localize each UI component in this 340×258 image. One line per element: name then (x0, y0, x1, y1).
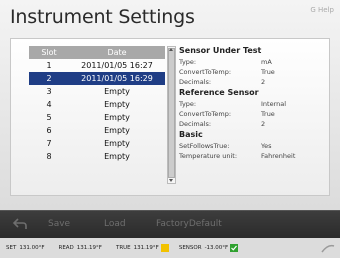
read-label: READ (58, 245, 74, 251)
detail-value: 2 (261, 78, 266, 86)
detail-value: True (261, 110, 275, 118)
page-title: Instrument Settings (10, 6, 195, 28)
slot-details: Sensor Under Test Type: mA ConvertToTemp:… (179, 45, 324, 161)
screen: Instrument Settings G Help Slot Date 1 2… (0, 0, 340, 258)
detail-row: SetFollowsTrue: Yes (179, 141, 324, 151)
slot-column-header: Slot (41, 48, 57, 57)
load-button[interactable]: Load (104, 219, 126, 229)
detail-value: Internal (261, 100, 287, 108)
scroll-up-arrow-icon[interactable] (169, 48, 173, 51)
detail-row: Decimals: 2 (179, 77, 324, 87)
detail-row: Type: mA (179, 57, 324, 67)
detail-key: ConvertToTemp: (179, 68, 232, 76)
table-row[interactable]: 7 Empty (29, 137, 165, 150)
slot-list-scrollbar[interactable] (167, 46, 176, 184)
slot-number: 7 (46, 139, 52, 148)
table-row[interactable]: 4 Empty (29, 98, 165, 111)
slot-number: 5 (46, 113, 52, 122)
slot-date: Empty (104, 113, 130, 122)
scrollbar-thumb[interactable] (168, 48, 175, 178)
settings-panel: Instrument Settings G Help Slot Date 1 2… (0, 0, 340, 210)
sensor-value: -13.00°F (204, 245, 229, 251)
detail-value: Yes (261, 142, 272, 150)
slot-date: Empty (104, 87, 130, 96)
slot-date: Empty (104, 100, 130, 109)
detail-key: Decimals: (179, 78, 212, 86)
detail-value: mA (261, 58, 272, 66)
detail-value: 2 (261, 120, 266, 128)
sensor-label: SENSOR (178, 245, 202, 251)
status-bar: SET 131.00°F READ 131.19°F TRUE 131.19°F… (0, 238, 340, 258)
reference-sensor-heading: Reference Sensor (179, 88, 259, 97)
help-label[interactable]: G Help (310, 6, 334, 14)
table-row-selected[interactable]: 2 2011/01/05 16:29 (29, 72, 165, 85)
read-value: 131.19°F (76, 245, 102, 251)
detail-key: ConvertToTemp: (179, 110, 232, 118)
slot-date: Empty (104, 152, 130, 161)
true-label: TRUE (115, 245, 131, 251)
true-value: 131.19°F (133, 245, 159, 251)
slot-date: Empty (104, 126, 130, 135)
table-row[interactable]: 1 2011/01/05 16:27 (29, 59, 165, 72)
scroll-down-arrow-icon[interactable] (169, 179, 173, 182)
toolbar: Save Load FactoryDefault (0, 210, 340, 239)
detail-row: Temperature unit: Fahrenheit (179, 151, 324, 161)
save-button[interactable]: Save (48, 219, 70, 229)
back-arrow-icon[interactable] (12, 217, 28, 231)
slot-number: 2 (46, 74, 52, 83)
table-row[interactable]: 8 Empty (29, 150, 165, 163)
detail-row: Decimals: 2 (179, 119, 324, 129)
detail-key: SetFollowsTrue: (179, 142, 230, 150)
detail-key: Type: (179, 58, 197, 66)
table-row[interactable]: 6 Empty (29, 124, 165, 137)
slot-date: 2011/01/05 16:29 (81, 74, 153, 83)
slot-table-header: Slot Date (29, 46, 165, 59)
settings-content: Slot Date 1 2011/01/05 16:27 2 2011/01/0… (10, 38, 330, 196)
slot-table: Slot Date 1 2011/01/05 16:27 2 2011/01/0… (29, 46, 165, 163)
slot-number: 3 (46, 87, 52, 96)
sensor-under-test-heading: Sensor Under Test (179, 46, 262, 55)
slot-number: 1 (46, 61, 52, 70)
detail-row: ConvertToTemp: True (179, 67, 324, 77)
slot-date: Empty (104, 139, 130, 148)
detail-key: Temperature unit: (179, 152, 238, 160)
page-curl-icon[interactable] (320, 242, 336, 254)
set-value: 131.00°F (19, 245, 45, 251)
detail-value: True (261, 68, 275, 76)
set-label: SET (6, 245, 17, 251)
detail-row: Type: Internal (179, 99, 324, 109)
table-row[interactable]: 3 Empty (29, 85, 165, 98)
factory-default-button[interactable]: FactoryDefault (156, 219, 222, 229)
slot-date: 2011/01/05 16:27 (81, 61, 153, 70)
slot-number: 8 (46, 152, 52, 161)
detail-value: Fahrenheit (261, 152, 296, 160)
basic-heading: Basic (179, 130, 203, 139)
detail-key: Type: (179, 100, 197, 108)
table-row[interactable]: 5 Empty (29, 111, 165, 124)
slot-number: 6 (46, 126, 52, 135)
true-indicator-icon (160, 244, 169, 252)
sensor-check-icon (230, 244, 239, 252)
detail-key: Decimals: (179, 120, 212, 128)
slot-number: 4 (46, 100, 52, 109)
date-column-header: Date (107, 48, 127, 57)
detail-row: ConvertToTemp: True (179, 109, 324, 119)
